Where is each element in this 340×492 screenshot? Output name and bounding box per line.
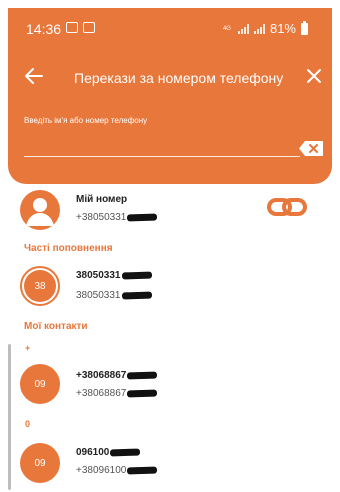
avatar-initials: 38 [24,270,56,302]
toolbar: Перекази за номером телефону [8,56,332,96]
close-button[interactable] [302,64,326,88]
redaction-mark [127,466,158,475]
redaction-mark [121,291,152,300]
status-right: 4G 81% [222,20,308,36]
link-button[interactable] [266,196,308,218]
contact-name-text: +38068867 [76,370,127,381]
redaction-mark [127,389,158,398]
status-bar: 14:36 4G 81% [8,8,332,48]
search-input[interactable] [24,136,294,154]
battery-percent: 81% [269,21,296,36]
contact-name: 096100 [76,447,141,458]
my-number-row[interactable]: Мій номер +38050331 [20,190,320,234]
input-underline [24,156,300,157]
search-label: Введіть ім'я або номер телефону [24,116,148,125]
contacts-section-title: Мої контакти [24,321,88,332]
frequent-item-phone: 38050331 [76,290,152,301]
clear-button[interactable] [298,140,324,157]
frequent-section-title: Часті поповнення [24,243,113,254]
backspace-icon [299,141,323,156]
avatar: 09 [20,364,60,404]
avatar: 09 [20,443,60,483]
arrow-left-icon [25,68,43,84]
contact-phone: +38068867 [76,388,158,399]
contact-name: +38068867 [76,370,158,381]
image-icon [83,22,95,33]
avatar: 38 [20,266,60,306]
network-type: 4G [222,25,231,32]
avatar [20,190,60,230]
frequent-item-phone-text: 38050331 [76,290,121,301]
contact-item[interactable]: 09 096100 +38096100 [20,443,320,487]
scroll-indicator [8,344,11,490]
back-button[interactable] [22,64,46,88]
redaction-mark [127,371,158,380]
frequent-item[interactable]: 38 38050331 38050331 [20,266,320,310]
status-time: 14:36 [26,21,62,37]
my-number-phone-text: +38050331 [76,212,127,223]
app-header: 14:36 4G 81% Перекази за номером телефон… [8,8,332,184]
contact-phone-text: +38096100 [76,465,127,476]
my-number-phone: +38050331 [76,212,158,223]
signal-icon [237,23,249,34]
group-letter: + [25,343,31,353]
contact-phone-text: +38068867 [76,388,127,399]
contact-name-text: 096100 [76,447,110,458]
contact-item[interactable]: 09 +38068867 +38068867 [20,364,320,408]
redaction-mark [110,448,141,457]
redaction-mark [121,271,152,280]
frequent-item-name-text: 38050331 [76,270,121,281]
signal-icon-2 [253,23,265,34]
redaction-mark [127,213,158,222]
page-title: Перекази за номером телефону [74,70,284,86]
close-icon [307,69,321,83]
group-letter: 0 [25,419,31,429]
person-icon [26,198,54,226]
notification-icons [66,22,95,33]
battery-icon [301,20,308,35]
my-number-name: Мій номер [76,194,128,205]
frequent-item-name: 38050331 [76,270,152,281]
contact-phone: +38096100 [76,465,158,476]
link-icon [267,198,307,216]
calendar-icon [66,22,78,33]
